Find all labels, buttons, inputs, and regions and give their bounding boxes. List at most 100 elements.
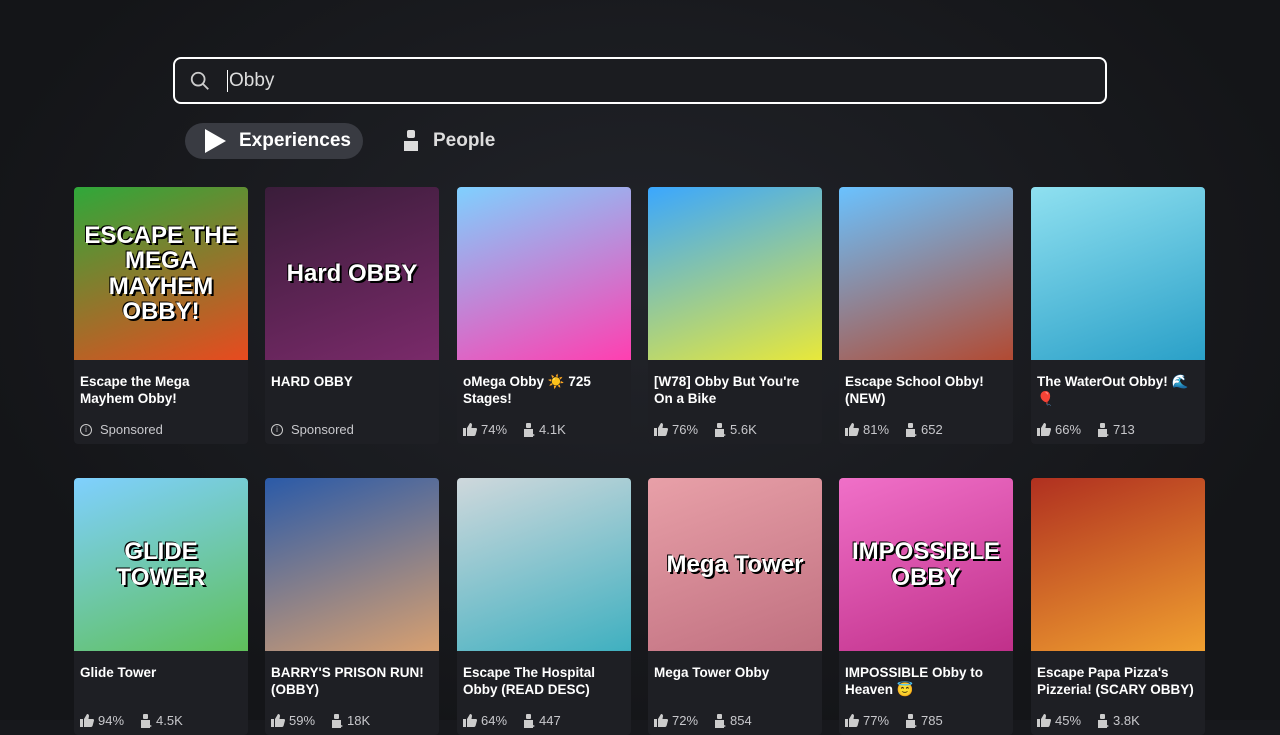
game-meta: 74% 4.1K	[457, 416, 631, 437]
player-count: 18K	[347, 713, 371, 728]
thumbnail-logo: Hard OBBY	[286, 259, 418, 287]
thumbs-up-icon	[463, 714, 477, 727]
game-title: IMPOSSIBLE Obby to Heaven 😇	[845, 665, 984, 697]
thumbs-up-icon	[463, 423, 477, 436]
game-card[interactable]: BARRY'S PRISON RUN! (OBBY) 59% 18K	[265, 478, 439, 735]
thumbnail-logo: IMPOSSIBLE OBBY	[851, 538, 1001, 591]
game-card[interactable]: Escape School Obby! (NEW) 81% 652	[839, 187, 1013, 444]
info-icon: i	[271, 423, 283, 436]
game-meta: i Sponsored	[74, 416, 248, 437]
player-count: 785	[921, 713, 943, 728]
game-card[interactable]: Escape The Hospital Obby (READ DESC) 64%…	[457, 478, 631, 735]
thumbs-up-icon	[80, 714, 94, 727]
game-thumbnail[interactable]: GLIDE TOWER	[74, 478, 248, 651]
game-thumbnail[interactable]	[1031, 187, 1205, 360]
game-thumbnail[interactable]	[457, 478, 631, 651]
rating: 74%	[481, 422, 508, 437]
game-thumbnail[interactable]	[457, 187, 631, 360]
players-icon	[141, 713, 153, 728]
tab-label: People	[432, 130, 496, 151]
game-thumbnail[interactable]: IMPOSSIBLE OBBY	[839, 478, 1013, 651]
game-title: Escape The Hospital Obby (READ DESC)	[463, 665, 596, 697]
game-card[interactable]: Mega Tower Mega Tower Obby 72% 854	[648, 478, 822, 735]
players-icon	[715, 713, 727, 728]
players-icon	[524, 713, 536, 728]
play-icon	[205, 129, 226, 153]
game-card[interactable]: ESCAPE THE MEGA MAYHEM OBBY! Escape the …	[74, 187, 248, 444]
game-thumbnail[interactable]: Mega Tower	[648, 478, 822, 651]
game-meta: 59% 18K	[265, 707, 439, 728]
search-icon	[190, 71, 209, 90]
player-count: 5.6K	[730, 422, 757, 437]
thumbs-up-icon	[654, 423, 668, 436]
game-meta: 81% 652	[839, 416, 1013, 437]
game-title: BARRY'S PRISON RUN! (OBBY)	[271, 665, 424, 697]
game-card[interactable]: [W78] Obby But You're On a Bike 76% 5.6K	[648, 187, 822, 444]
player-count: 3.8K	[1113, 713, 1140, 728]
game-title: oMega Obby ☀️ 725 Stages!	[463, 374, 591, 406]
game-title: [W78] Obby But You're On a Bike	[654, 374, 800, 406]
person-icon	[403, 130, 418, 151]
thumbs-up-icon	[1037, 423, 1051, 436]
game-thumbnail[interactable]: ESCAPE THE MEGA MAYHEM OBBY!	[74, 187, 248, 360]
game-thumbnail[interactable]	[839, 187, 1013, 360]
game-title: The WaterOut Obby! 🌊🎈	[1037, 374, 1189, 406]
players-icon	[332, 713, 344, 728]
players-icon	[1098, 713, 1110, 728]
game-title: Mega Tower Obby	[654, 665, 770, 680]
search-input[interactable]	[227, 69, 1027, 92]
thumbs-up-icon	[654, 714, 668, 727]
rating: 45%	[1055, 713, 1082, 728]
game-thumbnail[interactable]	[648, 187, 822, 360]
rating: 77%	[863, 713, 890, 728]
game-meta: 94% 4.5K	[74, 707, 248, 728]
tab-experiences[interactable]: Experiences	[185, 123, 363, 159]
player-count: 713	[1113, 422, 1135, 437]
rating: 59%	[289, 713, 316, 728]
thumbs-up-icon	[845, 714, 859, 727]
search-bar[interactable]	[173, 57, 1107, 104]
game-meta: i Sponsored	[265, 416, 439, 437]
player-count: 854	[730, 713, 752, 728]
game-meta: 64% 447	[457, 707, 631, 728]
rating: 64%	[481, 713, 508, 728]
game-title: Escape Papa Pizza's Pizzeria! (SCARY OBB…	[1037, 665, 1194, 697]
rating: 66%	[1055, 422, 1082, 437]
game-card[interactable]: IMPOSSIBLE OBBY IMPOSSIBLE Obby to Heave…	[839, 478, 1013, 735]
search-tabs: Experiences People	[185, 123, 507, 159]
game-thumbnail[interactable]	[265, 478, 439, 651]
game-card[interactable]: The WaterOut Obby! 🌊🎈 66% 713	[1031, 187, 1205, 444]
game-title: Escape the Mega Mayhem Obby!	[80, 374, 190, 406]
sponsored-label: Sponsored	[291, 422, 354, 437]
game-thumbnail[interactable]	[1031, 478, 1205, 651]
rating: 94%	[98, 713, 125, 728]
players-icon	[1098, 422, 1110, 437]
thumbs-up-icon	[1037, 714, 1051, 727]
game-meta: 66% 713	[1031, 416, 1205, 437]
game-thumbnail[interactable]: Hard OBBY	[265, 187, 439, 360]
game-card[interactable]: Escape Papa Pizza's Pizzeria! (SCARY OBB…	[1031, 478, 1205, 735]
player-count: 4.5K	[156, 713, 183, 728]
info-icon: i	[80, 423, 92, 436]
game-meta: 77% 785	[839, 707, 1013, 728]
player-count: 4.1K	[539, 422, 566, 437]
tab-label: Experiences	[239, 130, 351, 151]
game-card[interactable]: oMega Obby ☀️ 725 Stages! 74% 4.1K	[457, 187, 631, 444]
sponsored-label: Sponsored	[100, 422, 163, 437]
game-title: HARD OBBY	[271, 374, 353, 389]
game-title: Escape School Obby! (NEW)	[845, 374, 984, 406]
players-icon	[906, 713, 918, 728]
rating: 81%	[863, 422, 890, 437]
players-icon	[715, 422, 727, 437]
player-count: 447	[539, 713, 561, 728]
game-meta: 72% 854	[648, 707, 822, 728]
rating: 76%	[672, 422, 699, 437]
game-meta: 45% 3.8K	[1031, 707, 1205, 728]
players-icon	[524, 422, 536, 437]
thumbs-up-icon	[845, 423, 859, 436]
tab-people[interactable]: People	[383, 123, 507, 159]
players-icon	[906, 422, 918, 437]
game-card[interactable]: Hard OBBY HARD OBBY i Sponsored	[265, 187, 439, 444]
game-title: Glide Tower	[80, 665, 157, 680]
game-card[interactable]: GLIDE TOWER Glide Tower 94% 4.5K	[74, 478, 248, 735]
